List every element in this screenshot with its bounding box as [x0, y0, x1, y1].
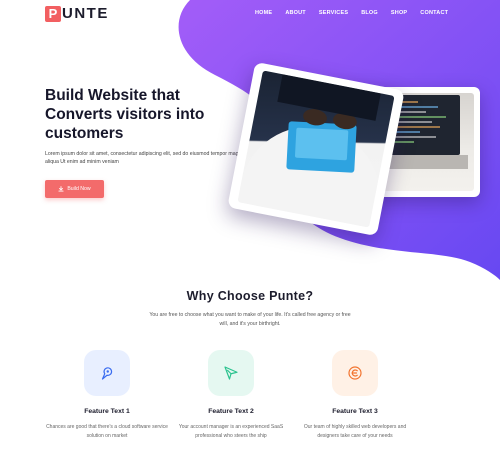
feature-2-icon-box — [208, 350, 254, 396]
nav-item-shop[interactable]: SHOP — [391, 10, 407, 16]
feature-2-title: Feature Text 2 — [208, 408, 254, 415]
device-mockups — [227, 61, 485, 237]
main-nav: HOME ABOUT SERVICES BLOG SHOP CONTACT — [255, 10, 461, 16]
feature-2-description: Your account manager is an experienced S… — [178, 424, 284, 439]
feature-3-icon-box — [332, 350, 378, 396]
feature-1-title: Feature Text 1 — [84, 408, 130, 415]
feature-card-3: Feature Text 3 Our team of highly skille… — [290, 350, 420, 440]
logo-letter: P — [45, 5, 61, 22]
nav-item-home[interactable]: HOME — [255, 10, 272, 16]
landing-page: P UNTE HOME ABOUT SERVICES BLOG SHOP CON… — [0, 0, 500, 450]
build-now-button[interactable]: Build Now — [45, 180, 104, 198]
nav-item-blog[interactable]: BLOG — [361, 10, 378, 16]
download-icon — [58, 186, 64, 192]
tablet-screen-image — [237, 70, 395, 228]
tablet-mockup — [227, 61, 405, 237]
feature-card-1: Feature Text 1 Chances are good that the… — [42, 350, 172, 440]
send-icon — [224, 366, 238, 380]
nav-item-services[interactable]: SERVICES — [319, 10, 348, 16]
logo-mark-icon — [348, 366, 362, 380]
pen-tool-icon — [101, 367, 113, 380]
nav-item-about[interactable]: ABOUT — [285, 10, 306, 16]
build-now-label: Build Now — [67, 186, 91, 192]
logo-text: UNTE — [62, 5, 109, 22]
why-choose-title: Why Choose Punte? — [186, 289, 314, 303]
brand-logo[interactable]: P UNTE — [45, 5, 109, 22]
feature-card-2: Feature Text 2 Your account manager is a… — [166, 350, 296, 440]
feature-1-description: Chances are good that there's a cloud so… — [46, 424, 168, 439]
feature-1-icon-box — [84, 350, 130, 396]
feature-3-description: Our team of highly skilled web developer… — [303, 424, 407, 439]
hero-description: Lorem ipsum dolor sit amet, consectetur … — [45, 151, 245, 165]
typing-laptop-photo — [239, 74, 381, 228]
hero-title: Build Website that Converts visitors int… — [45, 87, 205, 142]
why-choose-description: You are free to choose what you want to … — [149, 312, 351, 327]
nav-item-contact[interactable]: CONTACT — [420, 10, 448, 16]
feature-3-title: Feature Text 3 — [332, 408, 378, 415]
